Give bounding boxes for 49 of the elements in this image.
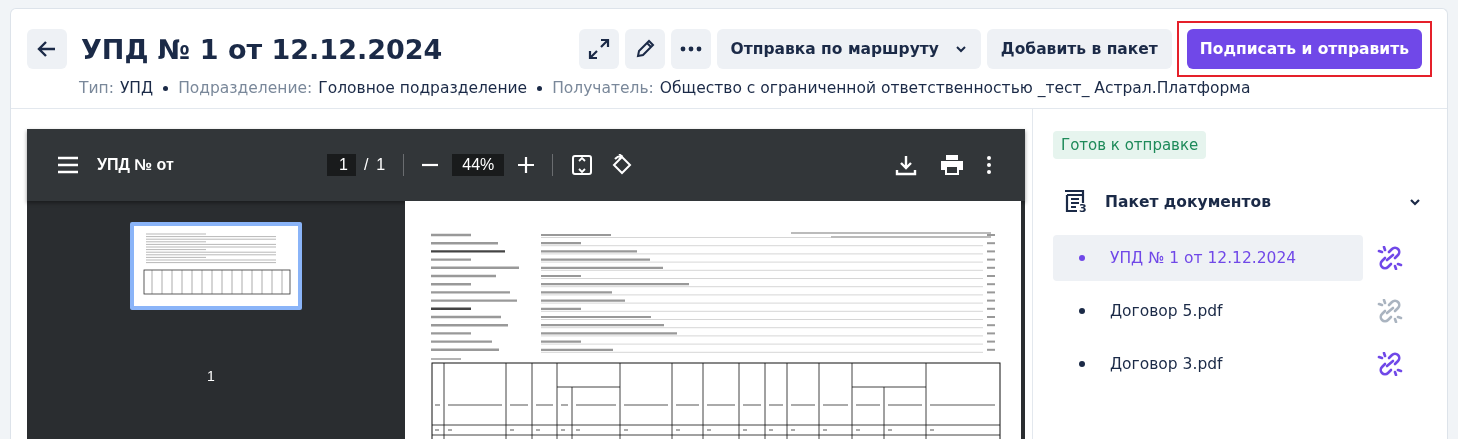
back-button[interactable] [27,29,67,69]
more-icon [679,46,702,52]
bullet-dot [1079,307,1085,314]
print-icon[interactable] [941,155,963,175]
meta-value: Головное подразделение [318,79,528,97]
meta-value: УПД [119,79,154,97]
menu-icon[interactable] [57,156,79,174]
fit-page-icon[interactable] [571,155,594,175]
separator-dot [537,85,543,91]
meta-label: Получатель: [552,79,654,97]
separator-dot [163,85,169,91]
edit-button[interactable] [624,29,665,69]
route-dropdown[interactable]: Отправка по маршруту [716,29,981,69]
meta-value: Общество с ограниченной ответственностью _тест_ Астрал.Платформа [659,79,1251,97]
document-name: Договор 5.pdf [1110,301,1223,320]
expand-icon [586,37,611,61]
sign-and-send-button[interactable]: Подписать и отправить [1186,29,1422,69]
download-icon[interactable] [895,154,917,176]
more-vertical-icon[interactable] [987,156,991,174]
status-badge: Готов к отправке [1053,131,1207,159]
bullet-dot [1079,360,1085,367]
document-name: УПД № 1 от 12.12.2024 [1110,248,1297,267]
document-title: УПД № 1 от 12.12.2024 [81,33,443,65]
add-to-package-button[interactable]: Добавить в пакет [986,29,1172,69]
package-document-item[interactable]: Договор 3.pdf [1053,340,1363,387]
expand-button[interactable] [578,29,619,69]
rotate-icon[interactable] [611,154,634,176]
package-document-item[interactable]: Договор 5.pdf [1053,287,1363,334]
document-stack-icon [1063,189,1087,215]
zoom-field[interactable]: 44% [452,154,505,176]
chevron-down-icon [954,45,967,53]
thumbnail-label: 1 [207,368,215,384]
viewer-title: УПД № от [97,156,175,174]
document-count: 3 [1079,203,1087,214]
bullet-dot [1079,254,1085,261]
meta-label: Подразделение: [178,79,313,97]
page-total: 1 [376,156,386,174]
minus-icon[interactable] [422,163,439,167]
package-document-item[interactable]: УПД № 1 от 12.12.2024 [1053,234,1363,281]
package-title: Пакет документов [1105,193,1271,211]
plus-icon[interactable] [518,157,535,173]
link-icon[interactable] [1377,245,1403,270]
meta-label: Тип: [79,79,114,97]
document-name: Договор 3.pdf [1110,354,1223,373]
link-icon[interactable] [1377,351,1403,376]
page-separator: / [363,156,369,174]
more-button[interactable] [670,29,711,69]
page-number-field[interactable]: 1 [327,154,356,176]
chevron-icon[interactable] [1409,198,1421,206]
